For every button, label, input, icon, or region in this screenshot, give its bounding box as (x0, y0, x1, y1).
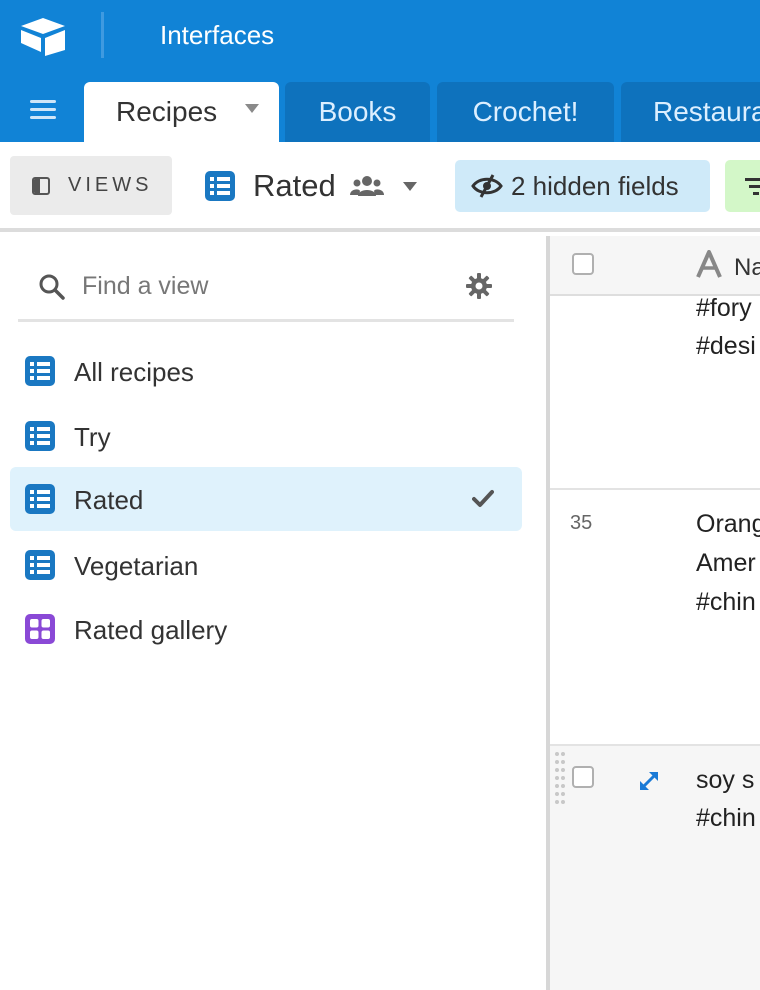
records-grid: Na #fory #desi 35 Orang Amer #chin soy s… (550, 236, 760, 990)
text-field-icon (696, 250, 722, 278)
sidebar-item-vegetarian[interactable]: Vegetarian (10, 533, 522, 597)
current-view-name[interactable]: Rated (253, 168, 336, 204)
sidebar-item-try[interactable]: Try (10, 404, 522, 468)
search-icon (39, 274, 65, 300)
hidden-fields-button[interactable]: 2 hidden fields (455, 160, 710, 212)
sidebar-item-rated-gallery[interactable]: Rated gallery (10, 597, 522, 661)
row-number: 35 (570, 512, 593, 534)
table-row[interactable]: 35 Orang Amer #chin (550, 490, 760, 746)
sidebar-item-rated[interactable]: Rated (10, 467, 522, 531)
cell-line: #chin (696, 588, 756, 616)
cell-line: soy s (696, 766, 755, 794)
chevron-down-icon[interactable] (403, 182, 417, 191)
tab-label: Restaura (653, 96, 760, 127)
cell-line: #desi (696, 332, 756, 360)
sidebar-item-label: Try (74, 422, 111, 452)
chevron-down-icon[interactable] (245, 104, 259, 113)
cell-line: Amer (696, 549, 756, 577)
row-checkbox[interactable] (572, 766, 594, 788)
sidebar-item-label: All recipes (74, 357, 194, 387)
tab-label: Recipes (116, 96, 218, 127)
cell-line: #fory (696, 298, 752, 322)
grid-header: Na (550, 236, 760, 296)
header-divider (101, 12, 104, 58)
tab-label: Crochet! (472, 96, 579, 127)
table-row[interactable]: soy s #chin (550, 746, 760, 990)
grid-view-icon (205, 171, 235, 201)
gallery-view-icon (25, 614, 55, 644)
filter-icon (745, 178, 760, 195)
people-icon (350, 176, 384, 196)
view-search (18, 252, 514, 322)
select-all-checkbox[interactable] (572, 253, 594, 275)
drag-handle-icon[interactable] (554, 750, 566, 806)
check-icon (472, 490, 494, 507)
sidebar-toggle-icon (32, 177, 50, 195)
airtable-logo-icon[interactable] (18, 16, 68, 56)
tab-crochet[interactable]: Crochet! (437, 82, 614, 142)
expand-record-icon[interactable] (636, 768, 662, 794)
hamburger-menu-icon[interactable] (30, 100, 56, 122)
view-toolbar: VIEWS Rated 2 hidden fields (0, 142, 760, 232)
field-header-name[interactable]: Na (734, 254, 760, 282)
sidebar-item-label: Rated (74, 485, 144, 515)
sidebar-item-label: Vegetarian (74, 551, 199, 581)
tab-recipes[interactable]: Recipes (84, 82, 279, 142)
hidden-fields-label: 2 hidden fields (511, 171, 679, 201)
views-label: VIEWS (68, 174, 153, 196)
tab-label: Books (318, 96, 397, 127)
find-view-input[interactable] (82, 266, 442, 306)
tab-restaurants[interactable]: Restaura (621, 82, 760, 142)
sidebar-item-label: Rated gallery (74, 615, 228, 645)
cell-line: Orang (696, 510, 760, 538)
grid-view-icon (25, 421, 55, 451)
eye-slash-icon (471, 174, 503, 198)
filter-button[interactable] (725, 160, 760, 212)
views-toggle-button[interactable]: VIEWS (10, 156, 172, 215)
gear-icon[interactable] (466, 273, 492, 299)
interfaces-link[interactable]: Interfaces (160, 20, 274, 51)
grid-view-icon (25, 550, 55, 580)
table-row[interactable]: #fory #desi (550, 298, 760, 490)
sidebar-item-all-recipes[interactable]: All recipes (10, 339, 522, 403)
app-header: Interfaces Recipes Books Crochet! Restau… (0, 0, 760, 142)
tab-books[interactable]: Books (285, 82, 430, 142)
grid-view-icon (25, 356, 55, 386)
cell-line: #chin (696, 804, 756, 832)
grid-view-icon (25, 484, 55, 514)
views-sidebar: All recipes Try Rated Vegetarian (0, 236, 546, 990)
